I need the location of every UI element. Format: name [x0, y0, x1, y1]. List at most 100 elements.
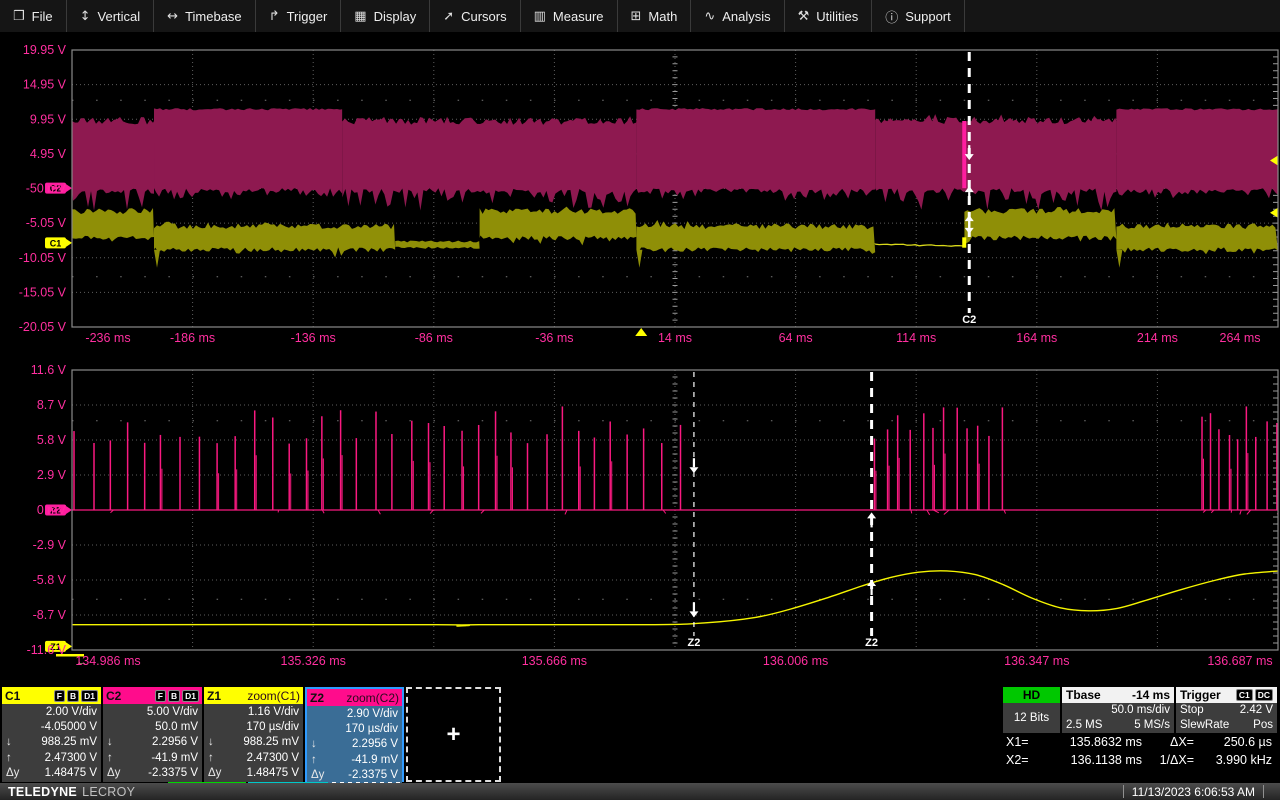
file-icon: ❒	[13, 8, 25, 24]
trace-id-label: Z1	[207, 688, 222, 703]
trace-badge-b: B	[66, 689, 80, 702]
grid2-y-label: 0 mV	[37, 503, 67, 517]
tbase-samplerate: 5 MS/s	[1134, 718, 1170, 731]
menu-item-utilities[interactable]: ⚒ Utilities	[785, 0, 873, 32]
menu-item-math[interactable]: ⊞ Math	[618, 0, 692, 32]
trace-id-label: C1	[5, 688, 21, 703]
descriptor-header[interactable]: C2 F B D1	[103, 687, 202, 704]
grid2-y-label: 2.9 V	[37, 468, 67, 482]
measure-icon: ▥	[533, 8, 546, 24]
trace-zero-pointer-icon	[66, 184, 72, 193]
grid2-x-label: 136.687 ms	[1207, 654, 1272, 668]
menu-item-file[interactable]: ❒ File	[0, 0, 67, 32]
descriptor-values: 5.00 V/div 50.0 mV ↓ 2.2956 V ↑ -41.9 mV Δy -2.…	[103, 704, 202, 782]
grid1-y-label: 14.95 V	[23, 78, 67, 92]
grid1-x-label: 214 ms	[1137, 331, 1178, 345]
descriptor-z2[interactable]: Z2 zoom(C2) 2.90 V/div 170 µs/div ↓ 2.2956 V ↑…	[305, 687, 404, 784]
descriptor-c2[interactable]: C2 F B D1 5.00 V/div 50.0 mV ↓ 2.2956 V ↑ -41.9 m…	[103, 687, 202, 782]
descriptor-row: Δy -2.3375 V	[107, 766, 198, 779]
add-trace-button[interactable]: +	[406, 687, 501, 782]
trigger-level: 2.42 V	[1239, 704, 1273, 717]
descriptor-row: 5.00 V/div	[146, 706, 198, 719]
waveform-display-area[interactable]: C2C2C119.95 V14.95 V9.95 V4.95 V-50 mV-5…	[0, 0, 1280, 685]
grid1-x-label: 114 ms	[896, 331, 936, 345]
zoom-source-label: zoom(C1)	[247, 688, 300, 703]
descriptor-row: 2.90 V/div	[346, 708, 398, 721]
hd-resolution-box[interactable]: HD 12 Bits	[1003, 687, 1060, 733]
timebase-box[interactable]: Tbase -14 ms 50.0 ms/div 2.5 MS 5 MS/s	[1062, 687, 1174, 733]
descriptor-z1[interactable]: Z1 zoom(C1) 1.16 V/div 170 µs/div ↓ 988.25 mV…	[204, 687, 303, 782]
cursor-label-x2: Z2	[865, 637, 878, 649]
c2-trace-band	[636, 108, 876, 201]
trace-zero-pointer-icon	[66, 642, 72, 651]
menu-item-label: Trigger	[286, 8, 328, 24]
descriptor-header[interactable]: Z1 zoom(C1)	[204, 687, 303, 704]
menu-item-timebase[interactable]: ↔ Timebase	[154, 0, 256, 32]
trigger-slope-icon: ↱	[268, 8, 280, 24]
hd-bits: 12 Bits	[1013, 712, 1050, 724]
trigger-box[interactable]: Trigger C1 DC Stop 2.42 V SlewRate Pos	[1176, 687, 1277, 733]
menu-item-label: Math	[648, 8, 678, 24]
menu-item-label: Measure	[552, 8, 604, 24]
descriptor-c1[interactable]: C1 F B D1 2.00 V/div -4.05000 V ↓ 988.25 mV ↑ 2.4…	[2, 687, 101, 782]
clock-datetime: 11/13/2023 6:06:53 AM	[1131, 784, 1255, 799]
trigger-mode: Stop	[1180, 704, 1204, 717]
descriptor-values: 2.90 V/div 170 µs/div ↓ 2.2956 V ↑ -41.9 mV Δy…	[307, 706, 402, 784]
inv-dx-value: 3.990 kHz	[1215, 753, 1272, 767]
menu-item-support[interactable]: ⓘ Support	[872, 0, 965, 32]
grid1-x-label: 264 ms	[1220, 331, 1261, 345]
descriptor-row: 50.0 mV	[155, 721, 198, 734]
grid1-y-label: -5.05 V	[26, 216, 67, 230]
info-circle-icon: ⓘ	[885, 10, 899, 26]
trigger-title: Trigger	[1180, 688, 1221, 702]
descriptor-row: Δy 1.48475 V	[6, 766, 97, 779]
plus-icon: +	[446, 720, 461, 748]
grid2-y-label: -5.8 V	[33, 573, 67, 587]
descriptor-header[interactable]: C1 F B D1	[2, 687, 101, 704]
dx-label: ΔX=	[1170, 735, 1194, 749]
x1-value: 135.8632 ms	[1069, 735, 1142, 749]
trace-zero-pointer-icon	[66, 506, 72, 514]
trigger-time-marker-icon[interactable]	[635, 328, 648, 336]
grid1-x-label: 164 ms	[1016, 331, 1057, 345]
trace-id-label: Z2	[310, 690, 325, 705]
grid2-y-label: 11.6 V	[31, 363, 67, 377]
grid2-x-label: 135.666 ms	[522, 654, 587, 668]
grid1-y-label: -20.05 V	[19, 320, 67, 334]
descriptor-row: Δy -2.3375 V	[311, 768, 398, 781]
grid2-y-label: 8.7 V	[37, 398, 67, 412]
menu-item-cursors[interactable]: ➚ Cursors	[430, 0, 521, 32]
inv-dx-label: 1/ΔX=	[1159, 753, 1194, 767]
grid2-y-label: 5.8 V	[37, 433, 67, 447]
menu-item-label: Cursors	[461, 8, 507, 24]
menu-item-label: Vertical	[97, 8, 141, 24]
brand-logo-light: LECROY	[82, 784, 136, 799]
menu-item-measure[interactable]: ▥ Measure	[521, 0, 618, 32]
menu-item-analysis[interactable]: ∿ Analysis	[691, 0, 785, 32]
menu-item-trigger[interactable]: ↱ Trigger	[256, 0, 342, 32]
descriptor-row: ↓ 988.25 mV	[208, 736, 299, 749]
descriptor-row: ↑ -41.9 mV	[311, 753, 398, 766]
trace-zero-pointer-icon	[66, 238, 72, 247]
trace-descriptor-bar: C1 F B D1 2.00 V/div -4.05000 V ↓ 988.25 mV ↑ 2.4…	[0, 685, 1280, 784]
descriptor-row: 170 µs/div	[246, 721, 299, 734]
descriptor-header[interactable]: Z2 zoom(C2)	[307, 689, 402, 706]
trace-badge-d1: D1	[182, 689, 199, 702]
trace-badge-f: F	[53, 689, 65, 702]
menu-item-display[interactable]: ▦ Display	[341, 0, 431, 32]
trigger-type: SlewRate	[1180, 718, 1230, 731]
menu-item-vertical[interactable]: ↕ Vertical	[67, 0, 155, 32]
menu-item-label: Display	[373, 8, 417, 24]
trigger-source-badge: C1	[1235, 689, 1253, 701]
grid1-x-label: -36 ms	[535, 331, 573, 345]
descriptor-row: Δy 1.48475 V	[208, 766, 299, 779]
menu-bar: ❒ File ↕ Vertical ↔ Timebase ↱ Trigger ▦ Display ➚…	[0, 0, 1280, 33]
grid1-x-label: 64 ms	[779, 331, 813, 345]
zoom-region-highlight	[962, 237, 967, 248]
cursor-label-x1: Z2	[688, 637, 701, 649]
trace-zero-marker-label: C1	[50, 238, 62, 248]
x2-value: 136.1138 ms	[1070, 753, 1142, 767]
hd-title: HD	[1003, 687, 1060, 703]
cursor-label-grid1: C2	[962, 314, 976, 326]
trace-badge-d1: D1	[81, 689, 98, 702]
